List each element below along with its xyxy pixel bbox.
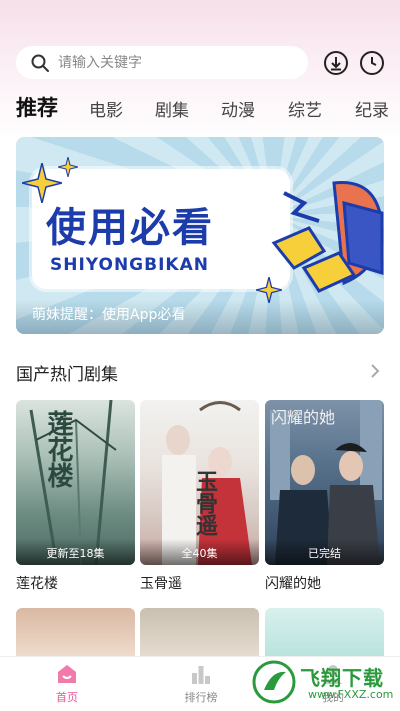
tab-documentary[interactable]: 纪录 [355, 96, 389, 121]
search-input[interactable] [58, 54, 258, 71]
nav-ranking-label: 排行榜 [184, 691, 218, 704]
poster-title-art: 闪耀的她 [271, 408, 336, 427]
search-row [16, 46, 386, 80]
nav-ranking[interactable]: 排行榜 [156, 663, 246, 705]
show-title[interactable]: 莲花楼 [16, 573, 135, 593]
nav-home-label: 首页 [56, 691, 78, 704]
episode-badge: 全40集 [140, 539, 259, 565]
banner-title: 使用必看 [46, 205, 214, 251]
tab-movies[interactable]: 电影 [89, 96, 123, 121]
watermark: 飞翔下载 www.FXXZ.com [252, 660, 398, 708]
show-list: 莲花楼 更新至18集 莲花楼 玉骨遥 全40集 玉骨遥 闪耀的她 已完结 闪耀的… [16, 400, 384, 600]
history-clock-icon [360, 51, 384, 75]
download-icon [324, 51, 348, 75]
banner-subtitle: SHIYONGBIKAN [50, 255, 209, 275]
show-card[interactable]: 莲花楼 更新至18集 莲花楼 [16, 400, 135, 593]
home-icon [58, 665, 76, 683]
banner[interactable]: 使用必看 SHIYONGBIKAN 萌妹提醒：使用App必看 [16, 137, 384, 334]
tab-series[interactable]: 剧集 [155, 96, 189, 121]
show-poster[interactable]: 玉骨遥 全40集 [140, 400, 259, 565]
download-button[interactable] [323, 50, 349, 76]
show-poster[interactable]: 闪耀的她 已完结 [265, 400, 384, 565]
poster-title-art: 玉骨遥 [192, 470, 217, 536]
watermark-logo-icon [252, 660, 296, 704]
megaphone-illustration [271, 181, 384, 293]
search-icon [31, 54, 49, 72]
banner-caption-bar: 萌妹提醒：使用App必看 [16, 300, 384, 334]
history-button[interactable] [359, 50, 385, 76]
sparkle-icon [58, 157, 78, 177]
tab-recommend[interactable]: 推荐 [16, 92, 58, 122]
chevron-right-icon[interactable] [368, 362, 382, 380]
show-poster[interactable] [140, 608, 259, 658]
show-title[interactable]: 玉骨遥 [140, 573, 259, 593]
show-poster[interactable] [265, 608, 384, 658]
show-title[interactable]: 闪耀的她 [265, 573, 384, 593]
show-poster[interactable]: 莲花楼 更新至18集 [16, 400, 135, 565]
show-card[interactable]: 玉骨遥 全40集 玉骨遥 [140, 400, 259, 593]
search-box[interactable] [16, 46, 308, 79]
tab-variety[interactable]: 综艺 [288, 96, 322, 121]
episode-badge: 已完结 [265, 539, 384, 565]
watermark-text: 飞翔下载 [300, 666, 384, 690]
watermark-url: www.FXXZ.com [308, 688, 394, 701]
tab-anime[interactable]: 动漫 [221, 96, 255, 121]
episode-badge: 更新至18集 [16, 539, 135, 565]
bar-chart-icon [192, 666, 210, 684]
section-title: 国产热门剧集 [16, 365, 118, 385]
banner-caption: 萌妹提醒：使用App必看 [32, 307, 186, 323]
show-card[interactable]: 闪耀的她 已完结 闪耀的她 [265, 400, 384, 593]
category-tabs: 推荐 电影 剧集 动漫 综艺 纪录 [16, 92, 400, 124]
poster-title-art: 莲花楼 [43, 410, 73, 488]
nav-home[interactable]: 首页 [22, 663, 112, 705]
show-poster[interactable] [16, 608, 135, 658]
show-list-row-2 [16, 608, 384, 658]
